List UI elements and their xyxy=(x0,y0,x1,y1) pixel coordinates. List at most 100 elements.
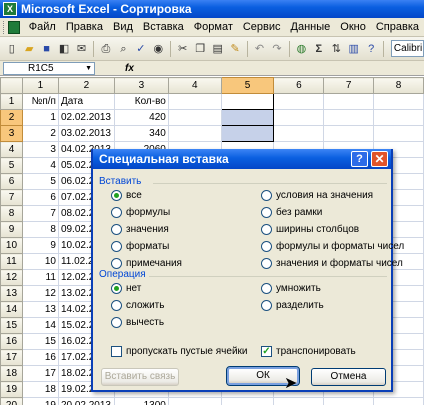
menu-window[interactable]: Окно xyxy=(335,21,371,33)
radio-button[interactable] xyxy=(111,300,122,311)
cell[interactable] xyxy=(273,109,325,126)
radio-button[interactable] xyxy=(261,207,272,218)
radio-paste-formats[interactable]: форматы xyxy=(111,241,169,252)
cell[interactable] xyxy=(373,93,424,110)
radio-button[interactable] xyxy=(111,190,122,201)
menu-help[interactable]: Справка xyxy=(371,21,424,33)
radio-op-none[interactable]: нет xyxy=(111,283,141,294)
column-header[interactable]: 8 xyxy=(373,77,424,94)
cell[interactable]: 19 xyxy=(21,397,59,405)
format-painter-icon[interactable]: ✎ xyxy=(227,41,242,57)
cell[interactable]: 11 xyxy=(21,269,59,286)
cell[interactable]: 420 xyxy=(113,109,169,126)
email-icon[interactable]: ✉ xyxy=(74,41,89,57)
cell[interactable] xyxy=(273,125,325,142)
cell[interactable] xyxy=(167,125,222,142)
menu-data[interactable]: Данные xyxy=(286,21,336,33)
menu-edit[interactable]: Правка xyxy=(61,21,108,33)
cell[interactable]: 03.02.2013 xyxy=(57,125,115,142)
radio-op-divide[interactable]: разделить xyxy=(261,300,324,311)
radio-paste-all[interactable]: все xyxy=(111,190,142,201)
column-header[interactable]: 7 xyxy=(323,77,375,94)
radio-paste-comments[interactable]: примечания xyxy=(111,258,182,269)
spelling-icon[interactable]: ✓ xyxy=(133,41,148,57)
row-header[interactable]: 9 xyxy=(0,221,23,238)
row-header[interactable]: 14 xyxy=(0,301,23,318)
cell[interactable] xyxy=(373,397,424,405)
cell[interactable]: 15 xyxy=(21,333,59,350)
radio-button[interactable] xyxy=(261,283,272,294)
row-header[interactable]: 10 xyxy=(0,237,23,254)
radio-button[interactable] xyxy=(261,190,272,201)
menu-view[interactable]: Вид xyxy=(108,21,138,33)
cell[interactable]: 10 xyxy=(21,253,59,270)
row-header[interactable]: 3 xyxy=(0,125,23,142)
radio-paste-formulas-number-formats[interactable]: формулы и форматы чисел xyxy=(261,241,404,252)
print-icon[interactable]: ⎙ xyxy=(98,41,113,57)
row-header[interactable]: 5 xyxy=(0,157,23,174)
menu-tools[interactable]: Сервис xyxy=(238,21,286,33)
cell[interactable]: 5 xyxy=(21,173,59,190)
workbook-icon[interactable] xyxy=(7,20,20,34)
radio-paste-formulas[interactable]: формулы xyxy=(111,207,170,218)
row-header[interactable]: 18 xyxy=(0,365,23,382)
cell[interactable]: 1 xyxy=(21,109,59,126)
cell[interactable] xyxy=(167,397,222,405)
cancel-button[interactable]: Отмена xyxy=(311,368,386,386)
help-button[interactable]: ? xyxy=(351,151,368,167)
row-header[interactable]: 19 xyxy=(0,381,23,398)
cell[interactable]: 02.02.2013 xyxy=(57,109,115,126)
cell[interactable] xyxy=(323,397,375,405)
radio-paste-validation[interactable]: условия на значения xyxy=(261,190,373,201)
row-header[interactable]: 1 xyxy=(0,93,23,110)
menu-format[interactable]: Формат xyxy=(189,21,238,33)
cell[interactable]: 4 xyxy=(21,157,59,174)
column-header[interactable]: 6 xyxy=(273,77,325,94)
checkbox[interactable] xyxy=(111,346,122,357)
cell[interactable] xyxy=(167,109,222,126)
cell[interactable]: 8 xyxy=(21,221,59,238)
column-header[interactable]: 4 xyxy=(167,77,222,94)
cell[interactable]: 340 xyxy=(113,125,169,142)
chevron-down-icon[interactable]: ▼ xyxy=(85,63,92,74)
radio-button[interactable] xyxy=(111,283,122,294)
row-header[interactable]: 11 xyxy=(0,253,23,270)
column-header[interactable]: 1 xyxy=(21,77,59,94)
cell[interactable] xyxy=(373,125,424,142)
radio-button[interactable] xyxy=(111,207,122,218)
row-header[interactable]: 16 xyxy=(0,333,23,350)
radio-button[interactable] xyxy=(261,258,272,269)
radio-op-add[interactable]: сложить xyxy=(111,300,164,311)
cell[interactable] xyxy=(373,109,424,126)
paste-icon[interactable]: ▤ xyxy=(210,41,225,57)
radio-paste-values[interactable]: значения xyxy=(111,224,169,235)
copy-icon[interactable]: ❐ xyxy=(192,41,207,57)
radio-button[interactable] xyxy=(111,224,122,235)
permission-icon[interactable]: ◧ xyxy=(56,41,71,57)
row-header[interactable]: 2 xyxy=(0,109,23,126)
cell[interactable] xyxy=(323,93,375,110)
radio-button[interactable] xyxy=(111,258,122,269)
column-header-selected[interactable]: 5 xyxy=(220,77,275,94)
cell[interactable]: 3 xyxy=(21,141,59,158)
cell[interactable]: 12 xyxy=(21,285,59,302)
cell[interactable] xyxy=(323,109,375,126)
cell[interactable]: 20.02.2013 xyxy=(57,397,115,405)
cell[interactable] xyxy=(323,125,375,142)
radio-button[interactable] xyxy=(261,300,272,311)
research-icon[interactable]: ◉ xyxy=(151,41,166,57)
cell[interactable]: Кол-во xyxy=(113,93,169,110)
redo-icon[interactable]: ↷ xyxy=(269,41,284,57)
close-button[interactable]: ✕ xyxy=(371,151,388,167)
cell[interactable]: 7 xyxy=(21,205,59,222)
cell[interactable]: 13 xyxy=(21,301,59,318)
cut-icon[interactable]: ✂ xyxy=(175,41,190,57)
cell[interactable]: 9 xyxy=(21,237,59,254)
radio-paste-no-borders[interactable]: без рамки xyxy=(261,207,322,218)
column-header[interactable]: 2 xyxy=(57,77,115,94)
radio-paste-values-number-formats[interactable]: значения и форматы чисел xyxy=(261,258,403,269)
toolbar-grip-icon[interactable] xyxy=(3,20,6,34)
cell[interactable] xyxy=(273,397,325,405)
column-header[interactable]: 3 xyxy=(113,77,169,94)
checkbox[interactable]: ✓ xyxy=(261,346,272,357)
